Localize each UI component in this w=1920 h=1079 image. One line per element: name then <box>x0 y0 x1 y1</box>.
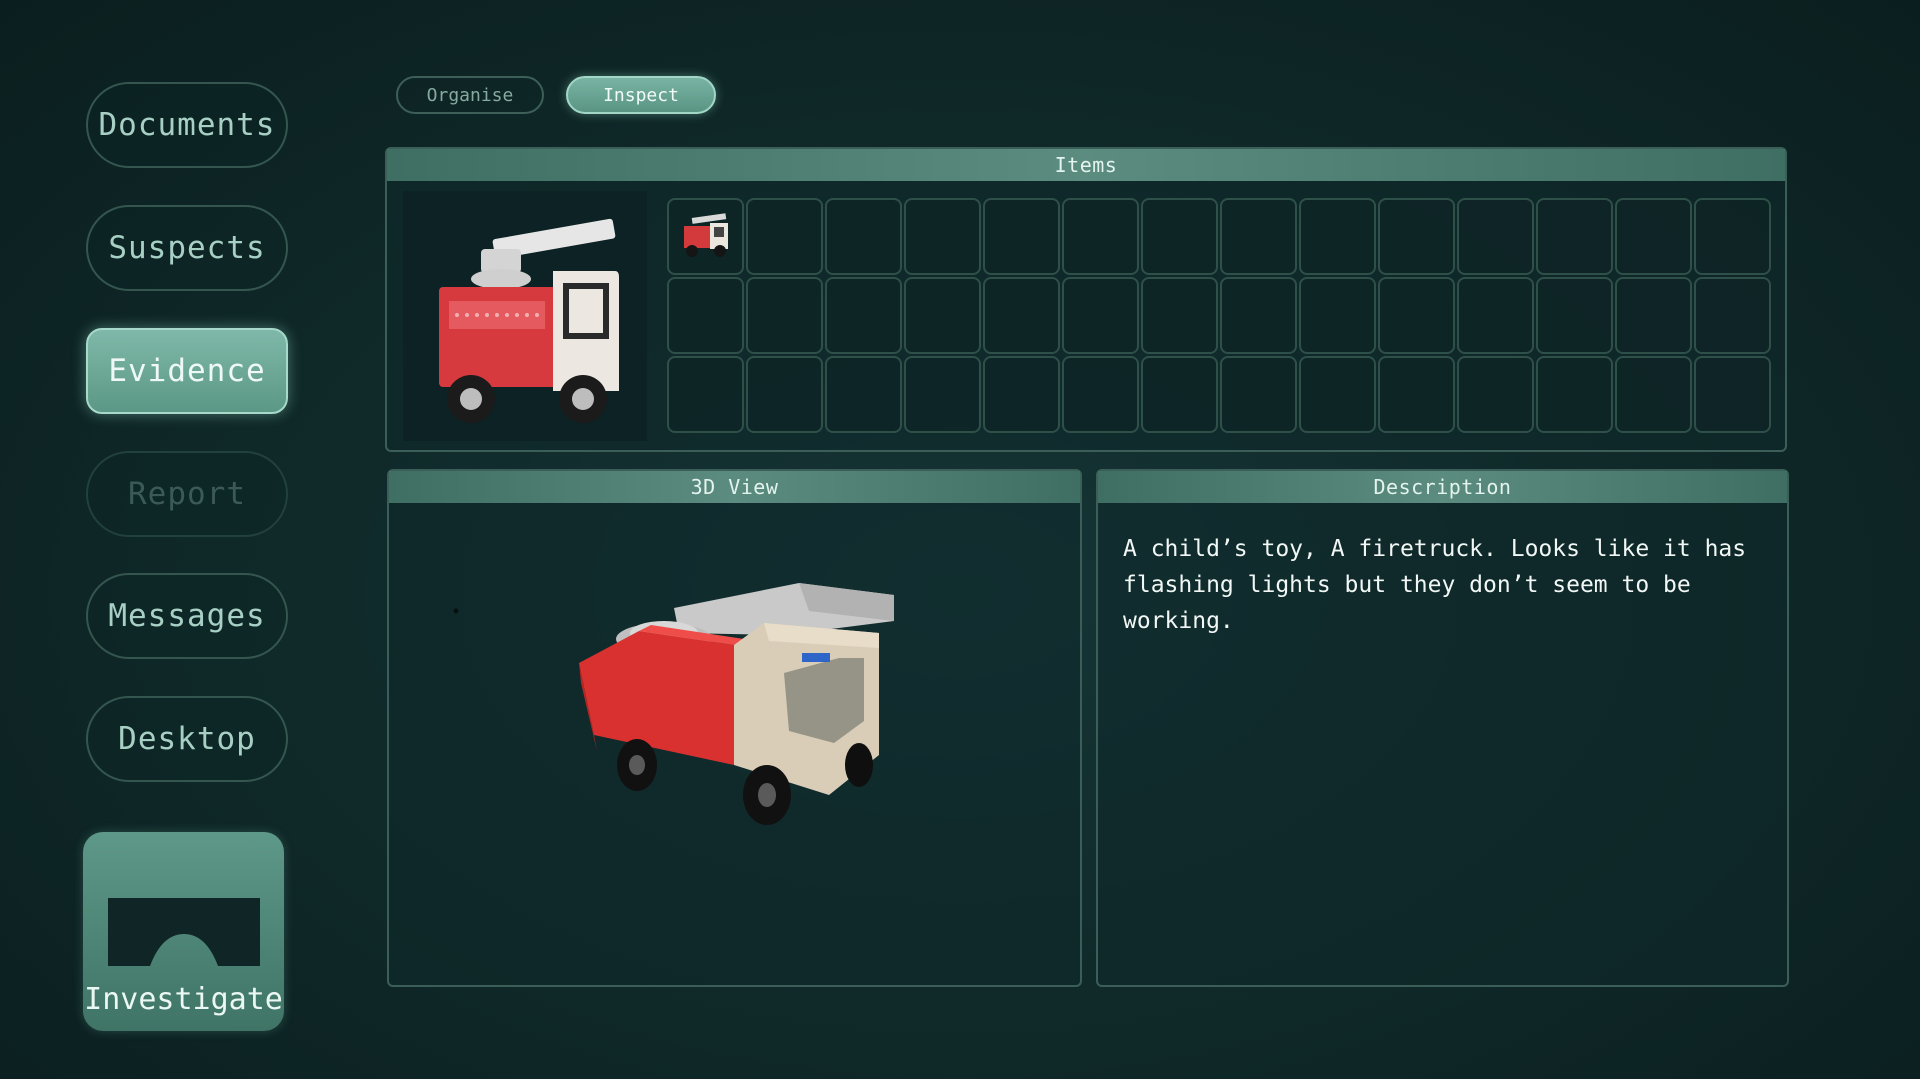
item-slot[interactable] <box>1615 356 1692 433</box>
nav-suspects-button[interactable]: Suspects <box>86 205 288 291</box>
firetruck-preview-icon <box>439 218 619 423</box>
item-slot[interactable] <box>746 198 823 275</box>
tab-inspect[interactable]: Inspect <box>566 76 716 114</box>
item-slot[interactable] <box>667 198 744 275</box>
item-slot[interactable] <box>1141 277 1218 354</box>
item-slot[interactable] <box>1615 198 1692 275</box>
item-slot[interactable] <box>1694 356 1771 433</box>
item-slot[interactable] <box>1457 277 1534 354</box>
item-slot[interactable] <box>667 356 744 433</box>
item-slot[interactable] <box>1220 356 1297 433</box>
nav-messages-button[interactable]: Messages <box>86 573 288 659</box>
item-slot[interactable] <box>1694 277 1771 354</box>
item-slot[interactable] <box>1536 356 1613 433</box>
nav-desktop-button[interactable]: Desktop <box>86 696 288 782</box>
item-slot[interactable] <box>983 277 1060 354</box>
description-title: Description <box>1098 471 1787 503</box>
item-slot[interactable] <box>983 356 1060 433</box>
3d-view-panel: 3D View <box>387 469 1082 987</box>
selected-item-preview <box>403 191 647 441</box>
item-slot[interactable] <box>746 277 823 354</box>
tab-organise[interactable]: Organise <box>396 76 544 114</box>
item-slot[interactable] <box>1378 198 1455 275</box>
item-slot[interactable] <box>825 198 902 275</box>
item-slot[interactable] <box>1141 356 1218 433</box>
item-slot[interactable] <box>1299 198 1376 275</box>
nav-report-button[interactable]: Report <box>86 451 288 537</box>
item-slot[interactable] <box>1062 198 1139 275</box>
item-slot[interactable] <box>904 356 981 433</box>
item-slot[interactable] <box>825 356 902 433</box>
item-slot[interactable] <box>1220 277 1297 354</box>
3d-view-title: 3D View <box>389 471 1080 503</box>
description-panel: Description A child’s toy, A firetruck. … <box>1096 469 1789 987</box>
item-slot[interactable] <box>746 356 823 433</box>
item-slot[interactable] <box>825 277 902 354</box>
evidence-screen: Documents Suspects Evidence Report Messa… <box>0 0 1920 1079</box>
item-slot[interactable] <box>1694 198 1771 275</box>
nav-documents-button[interactable]: Documents <box>86 82 288 168</box>
item-slot[interactable] <box>1062 277 1139 354</box>
item-slot[interactable] <box>1062 356 1139 433</box>
item-slot[interactable] <box>1457 356 1534 433</box>
investigate-label: Investigate <box>84 982 283 1017</box>
nav-evidence-button[interactable]: Evidence <box>86 328 288 414</box>
item-slot[interactable] <box>1141 198 1218 275</box>
item-slot[interactable] <box>1220 198 1297 275</box>
item-slot[interactable] <box>1299 277 1376 354</box>
item-grid <box>667 198 1771 433</box>
vr-headset-icon <box>108 898 260 966</box>
item-slot[interactable] <box>1378 356 1455 433</box>
item-slot[interactable] <box>983 198 1060 275</box>
item-slot[interactable] <box>904 277 981 354</box>
3d-viewport[interactable] <box>389 503 1080 985</box>
firetruck-3d-model <box>453 583 894 825</box>
item-slot[interactable] <box>667 277 744 354</box>
items-panel: Items <box>385 147 1787 452</box>
firetruck-toy-icon <box>683 212 728 257</box>
item-slot[interactable] <box>1378 277 1455 354</box>
item-slot[interactable] <box>1536 277 1613 354</box>
item-slot[interactable] <box>1615 277 1692 354</box>
items-panel-title: Items <box>387 149 1785 181</box>
item-slot[interactable] <box>1457 198 1534 275</box>
investigate-button[interactable]: Investigate <box>83 832 284 1031</box>
item-slot[interactable] <box>1536 198 1613 275</box>
item-slot[interactable] <box>904 198 981 275</box>
description-text: A child’s toy, A firetruck. Looks like i… <box>1123 536 1747 634</box>
item-slot[interactable] <box>1299 356 1376 433</box>
